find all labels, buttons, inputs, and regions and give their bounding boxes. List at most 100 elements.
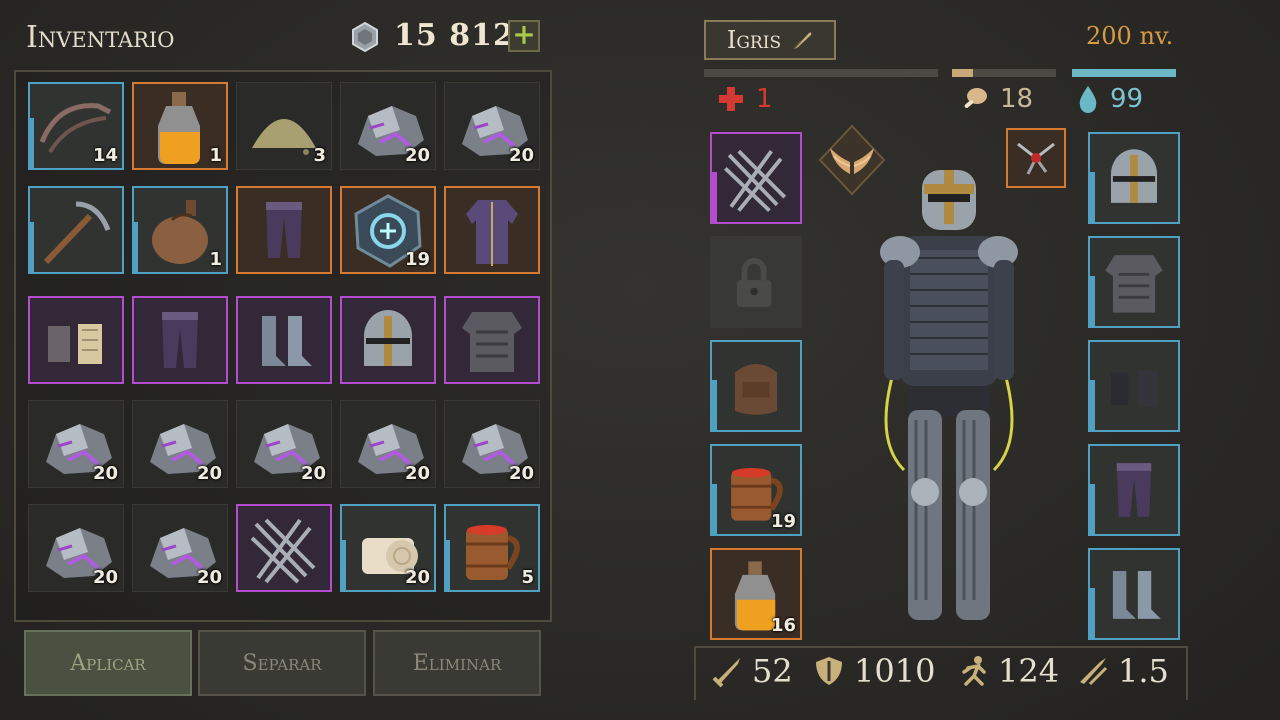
claws-icon — [724, 149, 787, 212]
speed-stat: 124 — [956, 652, 1059, 690]
durability-bar — [1090, 484, 1095, 534]
backpack-icon — [734, 363, 778, 415]
inventory-slot-pickaxe[interactable] — [28, 186, 124, 274]
inventory-slot-fire-potion[interactable]: 1 — [132, 82, 228, 170]
inventory-slot-dark-ore[interactable]: 20 — [340, 400, 436, 488]
apply-button[interactable]: Aplicar — [24, 630, 192, 696]
item-quantity: 20 — [404, 463, 430, 484]
inventory-slot-cloth-roll[interactable]: 20 — [340, 504, 436, 592]
inventory-slot-dark-ore[interactable]: 20 — [28, 504, 124, 592]
delete-button[interactable]: Eliminar — [373, 630, 541, 696]
inventory-slot-dark-ore[interactable]: 20 — [132, 400, 228, 488]
health-value: 1 — [756, 84, 773, 114]
pickaxe-icon — [43, 201, 111, 265]
character-name-box[interactable]: Igris — [704, 20, 836, 60]
inventory-slot-dark-ore[interactable]: 20 — [340, 82, 436, 170]
hunger-value: 18 — [1000, 84, 1034, 114]
equip-slot-leg-armor[interactable] — [1088, 444, 1180, 536]
inventory-title: Inventario — [26, 20, 175, 55]
durability-bar — [1090, 588, 1095, 638]
meat-icon — [964, 88, 987, 108]
item-quantity: 20 — [404, 567, 430, 588]
crit-stat: 1.5 — [1076, 652, 1169, 690]
robe-icon — [466, 200, 518, 266]
inventory-slot-water-flask[interactable]: 1 — [132, 186, 228, 274]
item-quantity: 20 — [196, 567, 222, 588]
split-button[interactable]: Separar — [198, 630, 366, 696]
durability-bar — [712, 172, 717, 222]
durability-bar — [342, 540, 346, 590]
gauntlets-icon — [48, 324, 102, 364]
inventory-slot-grappling-hook[interactable]: 14 — [28, 82, 124, 170]
inventory-slot-dark-ore[interactable]: 20 — [28, 400, 124, 488]
defense-stat: 1010 — [812, 652, 935, 690]
item-quantity: 20 — [300, 463, 326, 484]
thirst-value: 99 — [1110, 84, 1144, 114]
attack-value: 52 — [752, 652, 793, 690]
pants-icon — [1116, 463, 1152, 517]
item-quantity: 14 — [92, 145, 118, 166]
inventory-slot-ale-mug[interactable]: 5 — [444, 504, 540, 592]
inventory-slot-plated-gauntlets[interactable] — [28, 296, 124, 384]
durability-bar — [712, 380, 717, 430]
durability-bar — [134, 222, 138, 272]
durability-bar — [1090, 276, 1095, 326]
inventory-slot-dark-ore[interactable]: 20 — [444, 400, 540, 488]
item-quantity: 20 — [196, 463, 222, 484]
helmet-icon — [364, 310, 412, 366]
item-quantity: 20 — [92, 463, 118, 484]
attack-stat: 52 — [710, 652, 793, 690]
item-quantity: 20 — [404, 145, 430, 166]
inventory-slot-claws[interactable] — [236, 504, 332, 592]
water-drop-icon — [1079, 86, 1097, 113]
hunger-stat: 18 — [960, 84, 1033, 114]
equip-slot-weapon-claws[interactable] — [710, 132, 802, 224]
sword-icon — [712, 658, 740, 688]
inventory-slot-sulfur-powder[interactable]: 3 — [236, 82, 332, 170]
silver-coin-icon — [352, 22, 378, 52]
inventory-slot-steel-boots[interactable] — [236, 296, 332, 384]
equip-slot-helmet[interactable] — [1088, 132, 1180, 224]
inventory-slot-golden-armor[interactable] — [444, 296, 540, 384]
inventory-slot-purple-pants[interactable] — [236, 186, 332, 274]
gloves-icon — [1111, 370, 1157, 408]
equip-slot-backpack[interactable] — [710, 340, 802, 432]
equip-slot-ale-mug[interactable]: 19 — [710, 444, 802, 536]
defense-value: 1010 — [854, 652, 936, 690]
thirst-bar — [1072, 69, 1176, 77]
durability-bar — [30, 222, 34, 272]
item-quantity: 20 — [508, 145, 534, 166]
item-quantity: 1 — [209, 249, 222, 270]
claws-icon — [250, 518, 316, 584]
equip-slot-gloves[interactable] — [1088, 340, 1180, 432]
coin-amount: 15 812 — [394, 18, 515, 53]
double-sword-icon — [1080, 658, 1108, 686]
equip-slot-chest-armor[interactable] — [1088, 236, 1180, 328]
equip-slot-boots[interactable] — [1088, 548, 1180, 640]
thirst-stat: 99 — [1076, 84, 1143, 114]
durability-bar — [1090, 380, 1095, 430]
pants-icon — [162, 312, 198, 368]
inventory-slot-dark-ore[interactable]: 20 — [236, 400, 332, 488]
health-bar — [704, 69, 938, 77]
inventory-slot-purple-robe[interactable] — [444, 186, 540, 274]
inventory-slot-dark-ore[interactable]: 20 — [132, 504, 228, 592]
durability-bar — [30, 118, 34, 168]
add-coins-button[interactable]: + — [508, 20, 540, 52]
item-quantity: 20 — [92, 567, 118, 588]
item-quantity: 20 — [508, 463, 534, 484]
inventory-slot-rune-stone[interactable]: 19 — [340, 186, 436, 274]
item-quantity: 19 — [404, 249, 430, 270]
boots-icon — [262, 316, 312, 366]
inventory-slot-dark-ore[interactable]: 20 — [444, 82, 540, 170]
pants-icon — [266, 202, 302, 258]
speed-value: 124 — [998, 652, 1060, 690]
inventory-slot-golden-helmet[interactable] — [340, 296, 436, 384]
crit-value: 1.5 — [1118, 652, 1169, 690]
health-cross-icon — [719, 87, 743, 111]
helmet-icon — [1111, 149, 1157, 203]
equip-slot-mana-potion[interactable]: 16 — [710, 548, 802, 640]
feather-edit-icon[interactable] — [791, 29, 813, 51]
armor-icon — [462, 312, 522, 372]
inventory-slot-leather-pants[interactable] — [132, 296, 228, 384]
